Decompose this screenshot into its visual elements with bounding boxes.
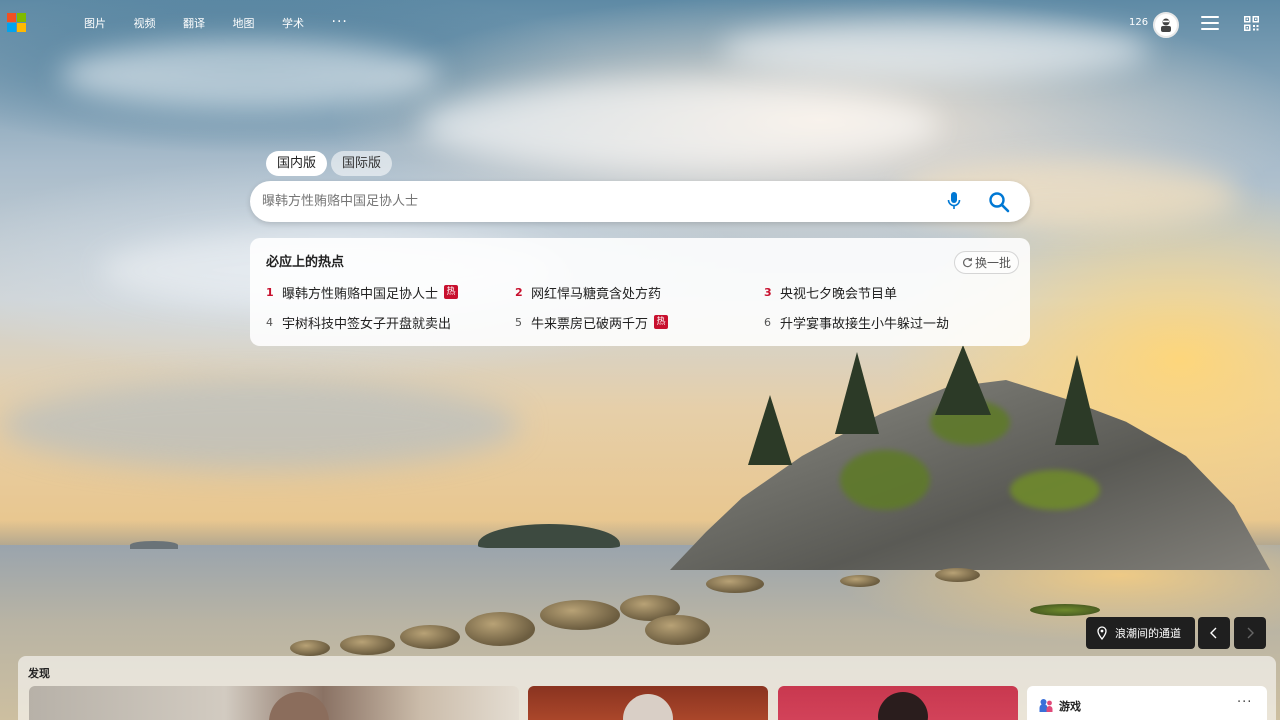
previous-image-button[interactable] <box>1198 617 1230 649</box>
trending-text: 宇树科技中签女子开盘就卖出 <box>282 316 452 332</box>
tree <box>748 395 792 465</box>
logo-tile <box>17 23 26 32</box>
shore-rock <box>706 575 764 593</box>
shore-rock <box>340 635 395 655</box>
trending-rank: 6 <box>764 315 771 329</box>
trending-text: 牛来票房已破两千万 <box>531 316 649 332</box>
games-icon <box>1039 699 1053 712</box>
shore-rock <box>400 625 460 649</box>
news-card[interactable] <box>778 686 1018 720</box>
nav-images[interactable]: 图片 <box>84 15 134 33</box>
user-avatar[interactable] <box>1153 12 1179 38</box>
refresh-icon <box>963 257 973 268</box>
chevron-right-icon <box>1247 627 1254 639</box>
user-icon <box>1161 18 1171 32</box>
qr-code-icon[interactable] <box>1244 16 1259 31</box>
trending-item[interactable]: 6 升学宴事故接生小牛躲过一劫 <box>764 313 950 332</box>
nav-videos[interactable]: 视频 <box>134 15 184 33</box>
moss <box>840 450 930 510</box>
card-photo <box>878 692 928 720</box>
nav-translate[interactable]: 翻译 <box>183 15 233 33</box>
search-box <box>250 181 1030 222</box>
shore-rock <box>840 575 880 587</box>
menu-line <box>1201 28 1219 30</box>
trending-item[interactable]: 1 曝韩方性贿赂中国足协人士 热 <box>266 283 459 302</box>
hot-badge: 热 <box>654 315 669 329</box>
trending-text: 网红悍马糖竟含处方药 <box>531 286 662 302</box>
cloud <box>0 380 520 470</box>
tree <box>835 352 879 434</box>
search-icon[interactable] <box>988 191 1010 213</box>
trending-text: 央视七夕晚会节目单 <box>780 286 898 302</box>
card-photo <box>269 692 329 720</box>
shore-rock <box>645 615 710 645</box>
search-input[interactable] <box>262 191 922 212</box>
shore-rock <box>290 640 330 656</box>
top-bar: 图片 视频 翻译 地图 学术 ··· 126 <box>0 0 1280 48</box>
card-photo <box>623 694 673 720</box>
games-label: 游戏 <box>1059 700 1081 713</box>
trending-title: 必应上的热点 <box>266 255 345 270</box>
shore-rock <box>465 612 535 646</box>
nav-more-button[interactable]: ··· <box>332 15 382 33</box>
background-photo <box>0 0 1280 720</box>
news-card[interactable] <box>29 686 519 720</box>
shore-rock <box>935 568 980 582</box>
moss <box>1010 470 1100 510</box>
discover-title: 发现 <box>28 667 50 680</box>
news-card[interactable] <box>528 686 768 720</box>
trending-panel: 必应上的热点 换一批 1 曝韩方性贿赂中国足协人士 热 2 网红悍马糖竟含处方药… <box>250 238 1030 346</box>
logo-tile <box>7 13 16 22</box>
discover-section: 发现 游戏 ··· <box>18 656 1276 720</box>
menu-line <box>1201 22 1219 24</box>
rewards-points[interactable]: 126 <box>1129 17 1148 28</box>
logo-tile <box>17 13 26 22</box>
location-pin-icon <box>1097 626 1107 640</box>
image-location-button[interactable]: 浪潮间的通道 <box>1086 617 1195 649</box>
cloud <box>60 40 440 110</box>
nav-academic[interactable]: 学术 <box>282 15 332 33</box>
far-island <box>130 541 178 549</box>
trending-item[interactable]: 5 牛来票房已破两千万 热 <box>515 313 669 332</box>
tab-international[interactable]: 国际版 <box>331 151 393 176</box>
refresh-label: 换一批 <box>975 256 1012 270</box>
logo-tile <box>7 23 16 32</box>
tree <box>935 345 991 415</box>
nav-maps[interactable]: 地图 <box>233 15 283 33</box>
cloud <box>420 80 940 170</box>
trending-rank: 3 <box>764 285 772 299</box>
region-tabs: 国内版 国际版 <box>266 151 393 176</box>
games-more-button[interactable]: ··· <box>1237 695 1252 710</box>
refresh-button[interactable]: 换一批 <box>954 251 1020 274</box>
location-label: 浪潮间的通道 <box>1115 627 1181 640</box>
top-nav: 图片 视频 翻译 地图 学术 ··· <box>84 15 381 33</box>
trending-text: 升学宴事故接生小牛躲过一劫 <box>780 316 950 332</box>
trending-rank: 1 <box>266 285 274 299</box>
menu-icon[interactable] <box>1201 16 1219 30</box>
trending-item[interactable]: 4 宇树科技中签女子开盘就卖出 <box>266 313 452 332</box>
tree <box>1055 355 1099 445</box>
trending-item[interactable]: 2 网红悍马糖竟含处方药 <box>515 283 662 302</box>
microsoft-logo[interactable] <box>7 13 26 32</box>
chevron-left-icon <box>1210 627 1217 639</box>
trending-rank: 4 <box>266 315 273 329</box>
games-card[interactable]: 游戏 ··· <box>1027 686 1267 720</box>
trending-rank: 5 <box>515 315 522 329</box>
tab-domestic[interactable]: 国内版 <box>266 151 328 176</box>
microphone-icon[interactable] <box>946 191 962 211</box>
next-image-button[interactable] <box>1234 617 1266 649</box>
menu-line <box>1201 16 1219 18</box>
trending-text: 曝韩方性贿赂中国足协人士 <box>282 286 439 302</box>
trending-item[interactable]: 3 央视七夕晚会节目单 <box>764 283 898 302</box>
trending-rank: 2 <box>515 285 523 299</box>
shore-rock <box>1030 604 1100 616</box>
hot-badge: 热 <box>444 285 459 299</box>
shore-rock <box>540 600 620 630</box>
